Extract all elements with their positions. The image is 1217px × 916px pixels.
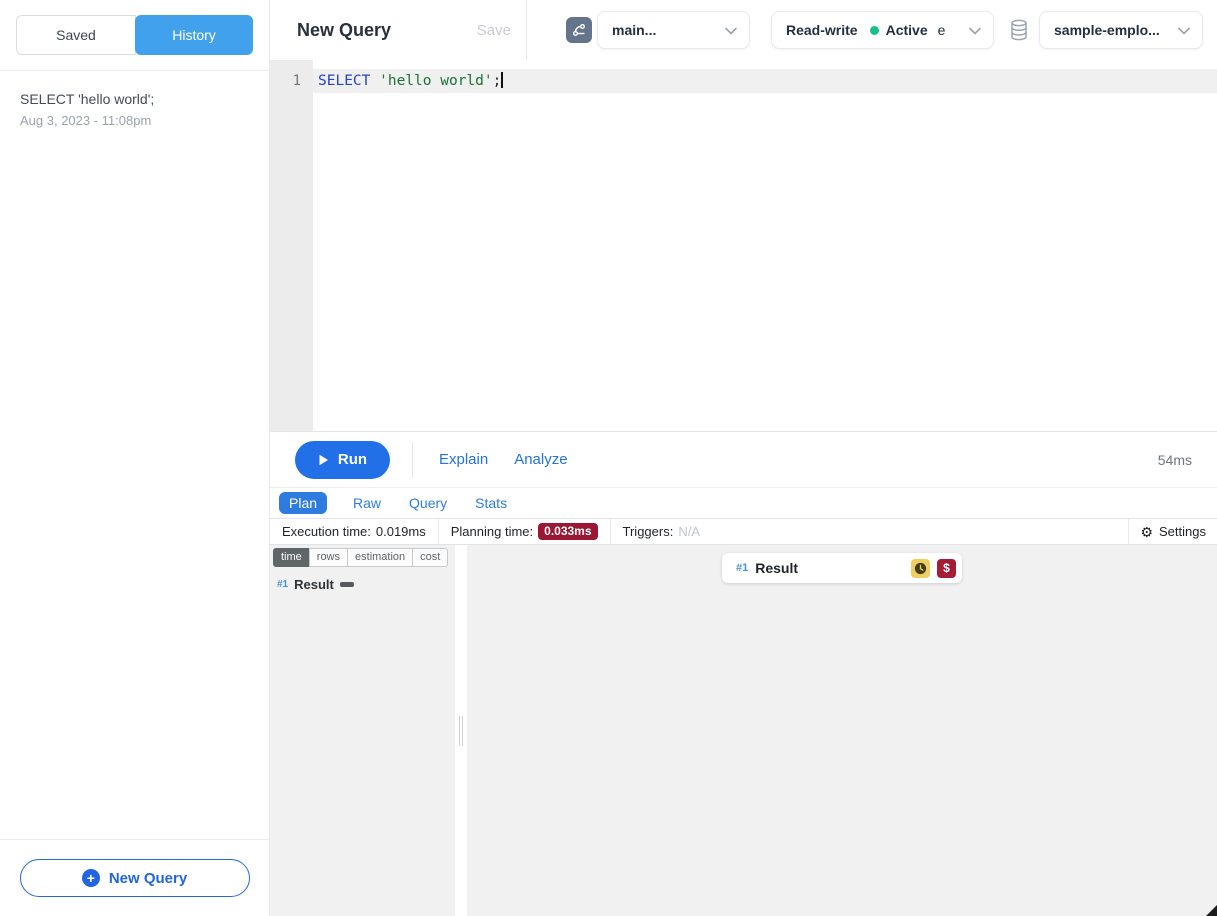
- dollar-badge-icon: $: [937, 559, 956, 578]
- gear-icon: ⚙: [1140, 525, 1153, 539]
- history-item-query: SELECT 'hello world';: [20, 91, 249, 107]
- clock-badge-icon: [911, 559, 930, 578]
- planning-time-badge: 0.033ms: [538, 523, 597, 540]
- query-title-section: New Query Save: [270, 0, 527, 60]
- database-select[interactable]: sample-emplo...: [1039, 11, 1203, 49]
- main-header: New Query Save main...: [270, 0, 1217, 60]
- branch-select[interactable]: main...: [597, 11, 750, 49]
- new-query-button[interactable]: + New Query: [20, 859, 250, 897]
- metric-tab-time[interactable]: time: [273, 548, 310, 567]
- sidebar-footer: + New Query: [0, 839, 269, 916]
- analyze-button[interactable]: Analyze: [514, 451, 567, 468]
- plan-visualizer: time rows estimation cost #1 Result #1 R…: [270, 545, 1217, 916]
- line-number: 1: [270, 69, 313, 93]
- editor-gutter: 1: [270, 60, 313, 431]
- run-button-label: Run: [338, 451, 367, 468]
- node-id: #1: [736, 562, 748, 574]
- run-bar: Run Explain Analyze 54ms: [270, 432, 1217, 488]
- plan-node-id: #1: [277, 579, 288, 590]
- page-title: New Query: [297, 20, 391, 41]
- code-line: SELECT 'hello world';: [313, 69, 1217, 93]
- play-icon: [318, 454, 329, 466]
- history-item-timestamp: Aug 3, 2023 - 11:08pm: [20, 113, 249, 128]
- node-badges: $: [911, 559, 956, 578]
- plan-metric-tabs: time rows estimation cost: [273, 548, 452, 567]
- active-status-dot-icon: [870, 26, 879, 35]
- chevron-down-icon: [1178, 22, 1190, 38]
- execution-time-value: 0.019ms: [376, 524, 426, 539]
- tab-query[interactable]: Query: [407, 492, 449, 514]
- plan-diagram[interactable]: #1 Result $: [467, 545, 1217, 916]
- splitter-grip-icon: [459, 716, 463, 746]
- plan-tree-panel: time rows estimation cost #1 Result: [270, 545, 455, 916]
- tab-plan[interactable]: Plan: [279, 492, 327, 514]
- explain-button[interactable]: Explain: [439, 451, 488, 468]
- triggers-value: N/A: [678, 524, 700, 539]
- compute-status: Active: [886, 22, 928, 38]
- compute-mode: Read-write: [786, 22, 858, 38]
- chevron-down-icon: [725, 22, 737, 38]
- query-sidebar: Saved History SELECT 'hello world'; Aug …: [0, 0, 270, 916]
- branch-select-value: main...: [612, 22, 656, 38]
- saved-history-toggle: Saved History: [16, 15, 253, 55]
- connection-controls: main... Read-write Active e: [527, 0, 1217, 60]
- code-area[interactable]: SELECT 'hello world';: [313, 60, 1217, 431]
- branch-icon: [566, 17, 592, 43]
- plan-stats-bar: Execution time: 0.019ms Planning time: 0…: [270, 518, 1217, 545]
- triggers-stat: Triggers: N/A: [610, 519, 712, 544]
- sql-terminator: ;: [493, 73, 502, 89]
- sidebar-header: Saved History: [0, 0, 269, 71]
- main-panel: New Query Save main...: [270, 0, 1217, 916]
- database-select-value: sample-emplo...: [1054, 22, 1160, 38]
- node-label: Result: [755, 560, 798, 576]
- pane-splitter[interactable]: [455, 545, 467, 916]
- metric-tab-cost[interactable]: cost: [412, 548, 448, 567]
- tab-raw[interactable]: Raw: [351, 492, 383, 514]
- text-cursor: [501, 72, 503, 88]
- plan-diagram-node[interactable]: #1 Result $: [722, 553, 962, 583]
- execution-time-label: Execution time:: [282, 524, 371, 539]
- history-item[interactable]: SELECT 'hello world'; Aug 3, 2023 - 11:0…: [20, 91, 249, 128]
- triggers-label: Triggers:: [623, 524, 674, 539]
- sql-string: 'hello world': [379, 73, 493, 89]
- settings-label: Settings: [1159, 524, 1206, 539]
- metric-tab-rows[interactable]: rows: [309, 548, 348, 567]
- history-list: SELECT 'hello world'; Aug 3, 2023 - 11:0…: [0, 71, 269, 839]
- database-icon: [1008, 18, 1030, 42]
- result-tabs: Plan Raw Query Stats: [270, 488, 1217, 518]
- save-button[interactable]: Save: [477, 22, 511, 39]
- execution-time-stat: Execution time: 0.019ms: [270, 519, 438, 544]
- tab-history[interactable]: History: [135, 15, 253, 55]
- sql-keyword: SELECT: [318, 73, 370, 89]
- divider: [412, 442, 413, 478]
- chevron-down-icon: [969, 22, 981, 38]
- tab-saved[interactable]: Saved: [16, 15, 136, 55]
- resize-grip[interactable]: [1206, 905, 1217, 916]
- plan-node-label: Result: [294, 577, 334, 592]
- time-bar: [340, 582, 354, 587]
- planning-time-stat: Planning time: 0.033ms: [438, 519, 610, 544]
- planning-time-label: Planning time:: [451, 524, 533, 539]
- sql-editor[interactable]: 1 SELECT 'hello world';: [270, 60, 1217, 432]
- settings-button[interactable]: ⚙ Settings: [1128, 519, 1217, 544]
- compute-select[interactable]: Read-write Active e: [771, 11, 994, 49]
- tab-stats[interactable]: Stats: [473, 492, 509, 514]
- run-button[interactable]: Run: [295, 441, 390, 479]
- query-duration: 54ms: [1158, 452, 1192, 468]
- metric-tab-estimation[interactable]: estimation: [347, 548, 413, 567]
- plan-tree-row[interactable]: #1 Result: [277, 577, 452, 592]
- new-query-button-label: New Query: [109, 870, 187, 887]
- compute-truncated-text: e: [938, 22, 946, 38]
- plus-icon: +: [82, 869, 100, 887]
